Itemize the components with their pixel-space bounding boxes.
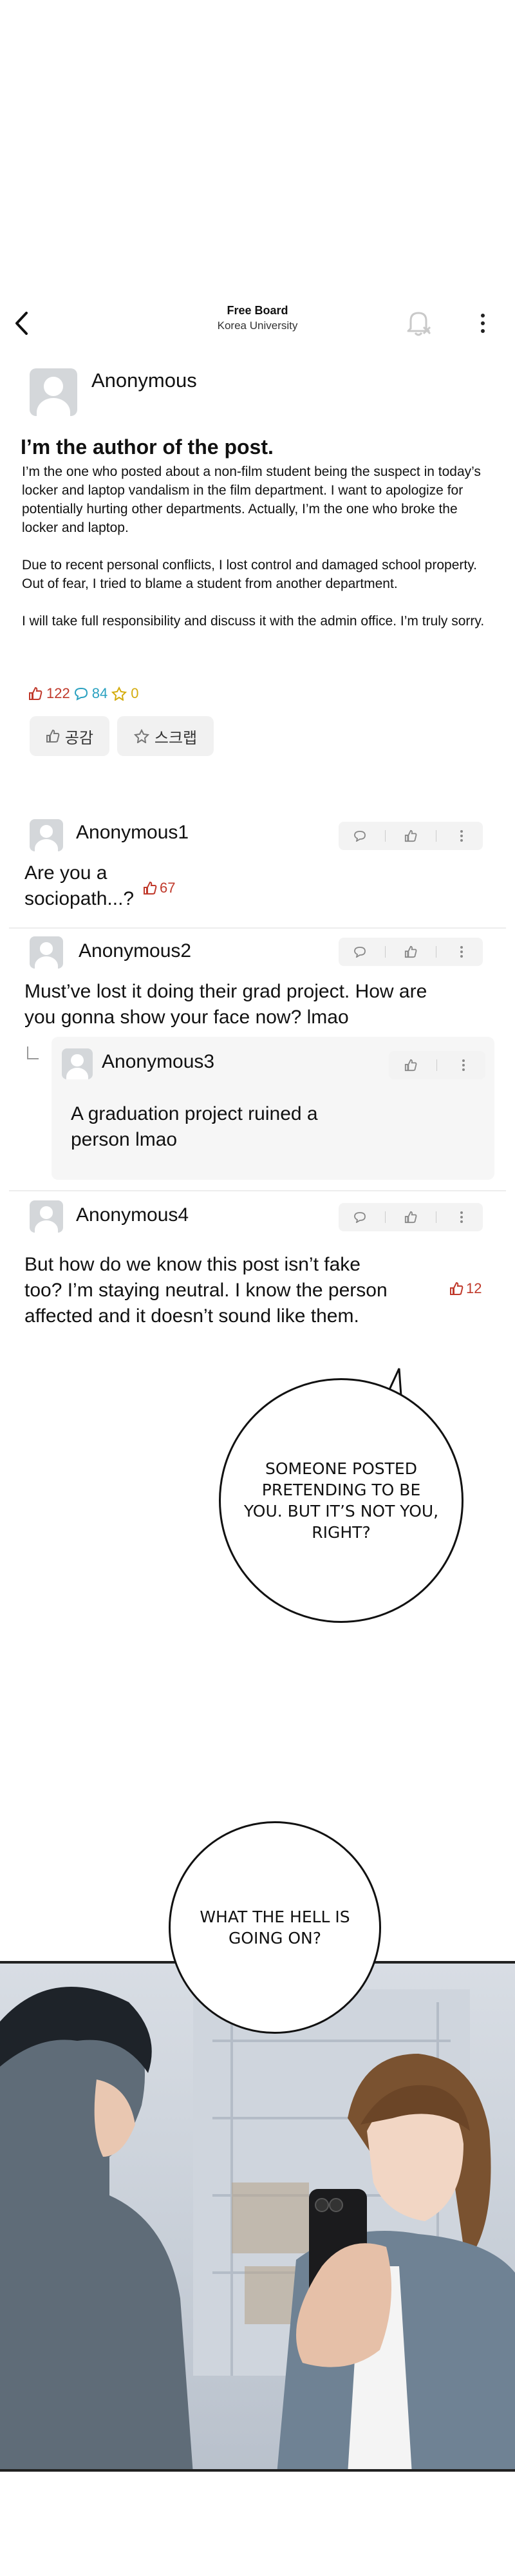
more-vertical-icon [460, 1211, 463, 1223]
comment-actions [339, 822, 483, 850]
post-author: Anonymous [91, 369, 197, 392]
speech-bubble: SOMEONE POSTED PRETENDING TO BE YOU. BUT… [219, 1378, 464, 1623]
comment-actions [339, 1203, 483, 1231]
thumbs-up-icon [29, 687, 42, 700]
comment-text: Are you a sociopath...? [24, 862, 135, 909]
comment-more-button[interactable] [444, 938, 480, 966]
board-subtitle: Korea University [217, 319, 298, 332]
comic-panel [0, 1961, 515, 2472]
more-vertical-icon [460, 946, 463, 958]
thumbs-up-icon [405, 1059, 417, 1072]
star-icon [133, 729, 149, 743]
comment-icon [354, 947, 366, 958]
more-vertical-icon [481, 314, 485, 317]
scrap-button-label: 스크랩 [154, 729, 198, 747]
thumbs-up-icon [144, 881, 157, 895]
comment-more-button[interactable] [445, 1051, 482, 1079]
thumbs-up-icon [450, 1282, 464, 1295]
post-paragraph: I’m the one who posted about a non-film … [22, 464, 481, 535]
thumbs-up-icon [404, 945, 417, 958]
app-header: Free Board Korea University [0, 301, 515, 346]
comment-author: Anonymous2 [79, 940, 192, 961]
comment-author: Anonymous1 [76, 822, 189, 843]
scrap-button[interactable]: 스크랩 [117, 716, 214, 756]
avatar [30, 936, 63, 969]
comic-illustration [0, 1987, 515, 2469]
thumbs-up-icon [404, 1211, 417, 1224]
post-body: I’m the one who posted about a non-film … [22, 462, 485, 649]
post-paragraph: Due to recent personal conflicts, I lost… [22, 558, 477, 591]
post-stats: 122 84 0 [28, 685, 138, 702]
avatar [30, 1200, 63, 1233]
reply-button[interactable] [342, 938, 378, 966]
webtoon-page: Free Board Korea University Anonymous I’… [0, 0, 515, 2576]
like-button[interactable]: 공감 [30, 716, 109, 756]
notification-button[interactable] [404, 308, 433, 337]
comment-like-button[interactable] [393, 938, 429, 966]
comment-like-button[interactable] [393, 1051, 429, 1079]
comment-like-count: 12 [449, 1280, 482, 1297]
comment-like-button[interactable] [393, 1203, 429, 1231]
thumbs-up-icon [46, 729, 60, 743]
comment-actions [339, 938, 483, 966]
comment-like-count: 67 [143, 880, 175, 896]
avatar [62, 1048, 93, 1079]
comment-count: 84 [91, 685, 108, 701]
reply-button[interactable] [342, 1203, 378, 1231]
comment-more-button[interactable] [444, 1203, 480, 1231]
scrap-count: 0 [131, 685, 139, 701]
bell-off-icon [407, 312, 431, 336]
comment-author: Anonymous4 [76, 1204, 189, 1226]
comment-author: Anonymous3 [102, 1051, 215, 1072]
comment-more-button[interactable] [444, 822, 480, 850]
star-icon [111, 687, 127, 701]
speech-bubble: WHAT THE HELL IS GOING ON? [169, 1821, 381, 2034]
like-count: 122 [46, 685, 70, 701]
comment-like-button[interactable] [393, 822, 429, 850]
post-title: I’m the author of the post. [21, 435, 274, 459]
reply-button[interactable] [342, 822, 378, 850]
comment-text: A graduation project ruined a person lma… [71, 1103, 318, 1150]
thumbs-up-icon [404, 829, 417, 842]
comment-icon [354, 1212, 366, 1223]
divider [9, 1190, 506, 1191]
comment-text: But how do we know this post isn’t fake … [24, 1254, 388, 1327]
comment-actions [389, 1051, 485, 1079]
reply-indicator-icon [27, 1046, 39, 1059]
avatar [30, 819, 63, 851]
comment-text: Must’ve lost it doing their grad project… [24, 981, 427, 1028]
more-vertical-icon [460, 830, 463, 842]
divider [9, 927, 506, 929]
like-button-label: 공감 [64, 729, 94, 747]
more-options-button[interactable] [470, 309, 496, 337]
post-paragraph: I will take full responsibility and disc… [22, 614, 485, 629]
board-title: Free Board [227, 304, 288, 317]
comment-icon [74, 687, 88, 701]
comment-icon [354, 831, 366, 842]
avatar [30, 368, 77, 416]
more-vertical-icon [462, 1059, 465, 1071]
